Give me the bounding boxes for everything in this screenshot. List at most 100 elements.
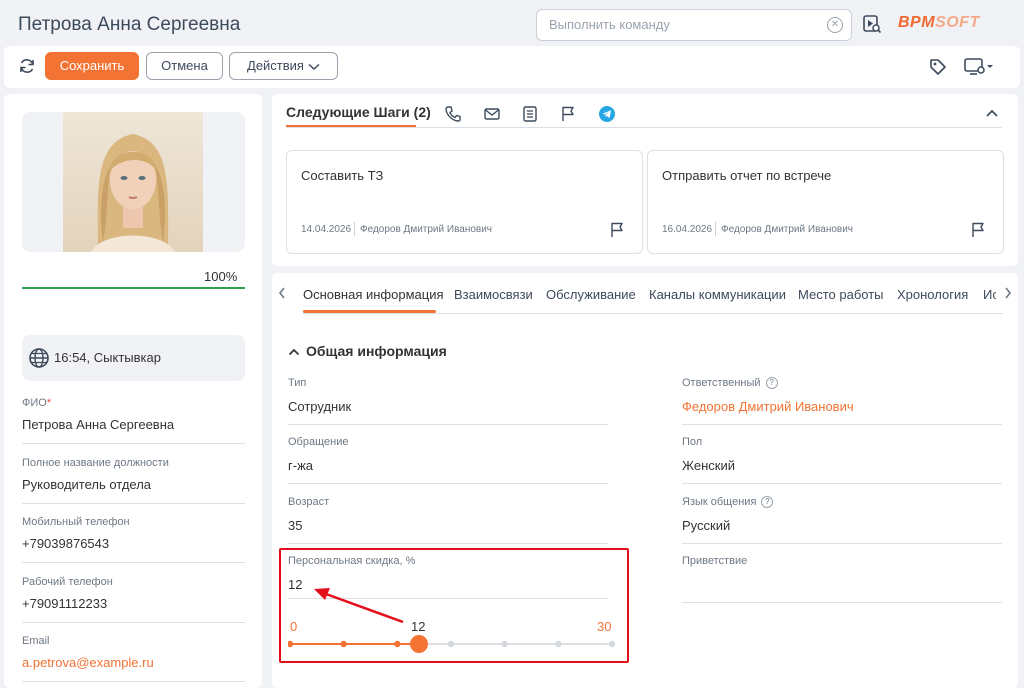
task-title[interactable]: Отправить отчет по встрече: [662, 168, 831, 183]
chevron-left-icon[interactable]: [277, 285, 287, 301]
field-salutation[interactable]: Обращение г-жа: [288, 436, 608, 484]
save-button[interactable]: Сохранить: [45, 52, 139, 80]
command-box[interactable]: ✕: [536, 9, 852, 41]
toolbar: Сохранить Отмена Действия: [4, 46, 1020, 88]
field-label: Мобильный телефон: [22, 516, 130, 528]
completeness-fill: [22, 287, 245, 289]
next-steps-tab[interactable]: Следующие Шаги (2): [286, 104, 431, 120]
field-label: Полное название должности: [22, 457, 169, 469]
field-label: Язык общения?: [682, 496, 774, 509]
video-search-icon[interactable]: [862, 14, 882, 34]
divider: [303, 313, 1003, 314]
field-email[interactable]: Email a.petrova@example.ru: [22, 635, 245, 682]
tab-relations[interactable]: Взаимосвязи: [454, 287, 533, 302]
field-value[interactable]: +79039876543: [22, 536, 109, 551]
profile-panel: 100% 16:54, Сыктывкар ФИО* Петрова Анна …: [4, 94, 262, 688]
owner-link[interactable]: Федоров Дмитрий Иванович: [682, 399, 854, 414]
field-owner[interactable]: Ответственный? Федоров Дмитрий Иванович: [682, 377, 1002, 425]
email-link[interactable]: a.petrova@example.ru: [22, 655, 154, 670]
task-date: 16.04.2026: [662, 224, 713, 235]
task-owner: Федоров Дмитрий Иванович: [360, 224, 493, 235]
help-icon[interactable]: ?: [761, 496, 774, 509]
field-label: Приветствие: [682, 555, 748, 567]
field-age[interactable]: Возраст 35: [288, 496, 608, 544]
globe-icon: [29, 348, 49, 368]
field-value[interactable]: Сотрудник: [288, 399, 351, 414]
field-personal-discount[interactable]: Персональная скидка, % 12: [288, 555, 608, 599]
field-mobile-phone[interactable]: Мобильный телефон +79039876543: [22, 516, 245, 563]
email-icon[interactable]: [483, 105, 501, 123]
field-label: Email: [22, 635, 50, 647]
slider-step-dot: [340, 640, 347, 648]
actions-label: Действия: [247, 58, 304, 73]
field-label: Персональная скидка, %: [288, 555, 416, 567]
command-input[interactable]: [549, 17, 819, 32]
tab-workplace[interactable]: Место работы: [798, 287, 884, 302]
divider: [286, 127, 1002, 128]
flag-icon[interactable]: [608, 221, 626, 239]
tab-history[interactable]: Ис: [983, 287, 996, 302]
task-card[interactable]: Отправить отчет по встрече 16.04.2026 Фе…: [647, 150, 1004, 254]
cancel-button[interactable]: Отмена: [146, 52, 223, 80]
field-value[interactable]: Руководитель отдела: [22, 477, 151, 492]
notes-icon[interactable]: [521, 105, 539, 123]
field-value[interactable]: Женский: [682, 458, 735, 473]
actions-button[interactable]: Действия: [229, 52, 338, 80]
section-header[interactable]: Общая информация: [288, 343, 447, 359]
field-gender[interactable]: Пол Женский: [682, 436, 1002, 484]
tag-icon[interactable]: [928, 57, 948, 77]
field-language[interactable]: Язык общения? Русский: [682, 496, 1002, 544]
field-value[interactable]: Русский: [682, 518, 730, 533]
completeness-bar: [22, 287, 245, 289]
field-greeting[interactable]: Приветствие: [682, 555, 1002, 603]
refresh-icon[interactable]: [18, 57, 36, 75]
field-value[interactable]: 35: [288, 518, 302, 533]
flag-icon[interactable]: [969, 221, 987, 239]
tab-main-info[interactable]: Основная информация: [303, 287, 444, 302]
field-type[interactable]: Тип Сотрудник: [288, 377, 608, 425]
field-label: Тип: [288, 377, 307, 389]
discount-slider[interactable]: 0 12 30: [288, 608, 618, 658]
flag-icon[interactable]: [559, 105, 577, 123]
photo-frame: [22, 112, 245, 252]
task-owner: Федоров Дмитрий Иванович: [721, 224, 854, 235]
field-value[interactable]: Петрова Анна Сергеевна: [22, 417, 174, 432]
field-work-phone[interactable]: Рабочий телефон +79091112233: [22, 576, 245, 623]
portrait-icon: [91, 134, 175, 252]
slider-current-label: 12: [411, 619, 426, 634]
field-label: ФИО*: [22, 397, 52, 409]
page-title: Петрова Анна Сергеевна: [18, 14, 241, 35]
tab-strip: Основная информация Взаимосвязи Обслужив…: [298, 273, 996, 313]
chevron-up-icon[interactable]: [985, 108, 999, 118]
help-icon[interactable]: ?: [765, 377, 778, 390]
slider-max-label: 30: [597, 619, 612, 634]
slider-step-dot: [608, 640, 616, 648]
next-steps-panel: Следующие Шаги (2) Составить ТЗ 14.04.20…: [272, 94, 1018, 266]
divider: [715, 222, 716, 236]
tab-service[interactable]: Обслуживание: [546, 287, 636, 302]
slider-step-dots: [288, 640, 616, 648]
slider-min-label: 0: [290, 619, 298, 634]
tab-timeline[interactable]: Хронология: [897, 287, 968, 302]
field-job-title[interactable]: Полное название должности Руководитель о…: [22, 457, 245, 504]
clear-icon[interactable]: ✕: [827, 17, 843, 33]
telegram-icon[interactable]: [598, 105, 616, 123]
field-value[interactable]: +79091112233: [22, 596, 107, 611]
completeness-label: 100%: [204, 269, 238, 284]
discount-value[interactable]: 12: [288, 577, 302, 592]
field-value[interactable]: г-жа: [288, 458, 313, 473]
divider: [354, 222, 355, 236]
phone-icon[interactable]: [444, 105, 462, 123]
field-fullname[interactable]: ФИО* Петрова Анна Сергеевна: [22, 397, 245, 444]
monitor-settings-icon[interactable]: [964, 57, 994, 77]
task-title[interactable]: Составить ТЗ: [301, 168, 383, 183]
slider-step-dot: [447, 640, 455, 648]
section-title: Общая информация: [306, 343, 447, 359]
chevron-right-icon[interactable]: [1003, 285, 1013, 301]
task-date: 14.04.2026: [301, 224, 352, 235]
bpmsoft-logo: BPMSOFT: [898, 14, 980, 31]
tab-communication-channels[interactable]: Каналы коммуникации: [649, 287, 786, 302]
slider-thumb[interactable]: [409, 635, 428, 653]
task-card[interactable]: Составить ТЗ 14.04.2026 Федоров Дмитрий …: [286, 150, 643, 254]
contact-photo[interactable]: [63, 112, 203, 252]
